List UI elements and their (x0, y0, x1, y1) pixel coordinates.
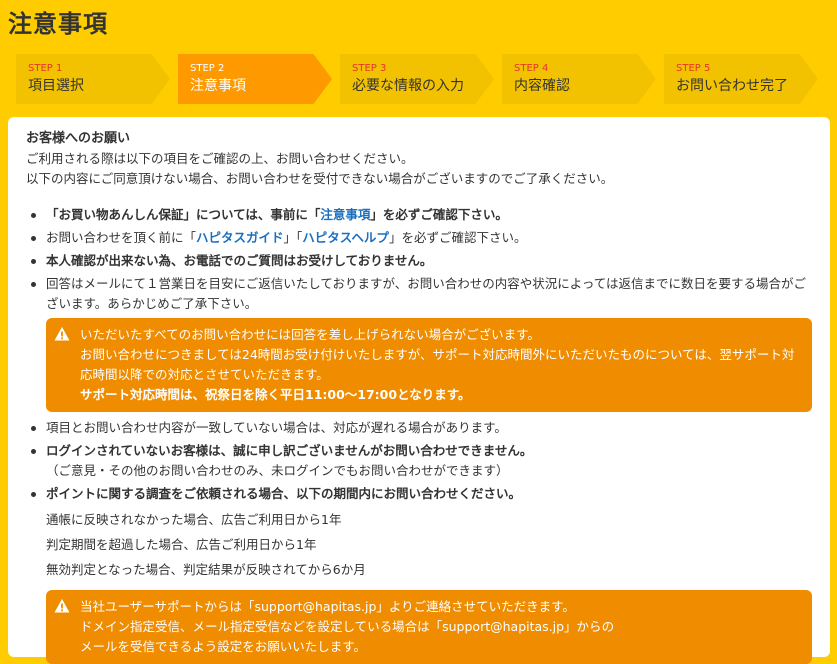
step-indicator: STEP 1 項目選択 STEP 2 注意事項 STEP 3 必要な情報の入力 … (16, 54, 818, 104)
step-number: STEP 4 (514, 63, 549, 74)
warning-text: 当社ユーザーサポートからは「support@hapitas.jp」よりご連絡させ… (80, 599, 575, 614)
warning-text: メールを受信できるよう設定をお願いいたします。 (80, 639, 367, 654)
step-1: STEP 1 項目選択 (16, 54, 170, 104)
step-number: STEP 1 (28, 63, 63, 74)
period-item: 判定期間を超過した場合、広告ご利用日から1年 (46, 537, 317, 552)
step-label: 項目選択 (28, 78, 84, 94)
notice-link[interactable]: 注意事項 (320, 207, 370, 222)
hapitas-guide-link[interactable]: ハピタスガイド (196, 230, 284, 245)
hapitas-help-link[interactable]: ハピタスヘルプ (302, 230, 389, 245)
intro-title: お客様へのお願い (26, 131, 131, 146)
note-login: ログインされていないお客様は、誠に申し訳ございませんがお問い合わせできません。 … (26, 441, 812, 481)
warning-icon (54, 599, 70, 613)
note-text: 「お買い物あんしん保証」については、事前に「 (46, 207, 321, 222)
step-number: STEP 5 (676, 63, 711, 74)
note-mismatch: 項目とお問い合わせ内容が一致していない場合は、対応が遅れる場合があります。 (26, 418, 812, 438)
note-point-survey: ポイントに関する調査をご依頼される場合、以下の期間内にお問い合わせください。 (26, 484, 812, 504)
warning-box-support-hours: いただいたすべてのお問い合わせには回答を差し上げられない場合がございます。 お問… (46, 318, 812, 412)
step-2-current: STEP 2 注意事項 (178, 54, 332, 104)
warning-box-email: 当社ユーザーサポートからは「support@hapitas.jp」よりご連絡させ… (46, 590, 812, 664)
step-label: 内容確認 (514, 78, 570, 94)
period-item: 無効判定となった場合、判定結果が反映されてから6か月 (46, 562, 366, 577)
period-item: 通帳に反映されなかった場合、広告ご利用日から1年 (46, 512, 342, 527)
intro-line-2: 以下の内容にご同意頂けない場合、お問い合わせを受付できない場合がございますのでご… (26, 171, 614, 186)
step-number: STEP 3 (352, 63, 387, 74)
note-guarantee: 「お買い物あんしん保証」については、事前に「注意事項」を必ずご確認下さい。 (26, 205, 812, 225)
step-label: お問い合わせ完了 (676, 78, 788, 94)
note-phone: 本人確認が出来ない為、お電話でのご質問はお受けしておりません。 (26, 251, 812, 271)
step-5: STEP 5 お問い合わせ完了 (664, 54, 818, 104)
step-4: STEP 4 内容確認 (502, 54, 656, 104)
note-reply: 回答はメールにて１営業日を目安にご返信いたしておりますが、お問い合わせの内容や状… (26, 274, 812, 314)
page-title: 注意事項 (8, 10, 108, 38)
note-subtext: （ご意見・その他のお問い合わせのみ、未ログインでもお問い合わせができます） (46, 463, 509, 478)
step-3: STEP 3 必要な情報の入力 (340, 54, 494, 104)
warning-icon (54, 327, 70, 341)
warning-text: ドメイン指定受信、メール指定受信などを設定している場合は「support@hap… (80, 619, 615, 634)
step-label: 注意事項 (190, 78, 246, 94)
notes-list: 「お買い物あんしん保証」については、事前に「注意事項」を必ずご確認下さい。 お問… (26, 205, 812, 314)
note-text: 」を必ずご確認下さい。 (370, 207, 508, 222)
notice-panel: お客様へのお願い ご利用される際は以下の項目をご確認の上、お問い合わせください。… (8, 117, 830, 664)
warning-text: いただいたすべてのお問い合わせには回答を差し上げられない場合がございます。 (80, 327, 540, 342)
note-text: ログインされていないお客様は、誠に申し訳ございませんがお問い合わせできません。 (46, 443, 533, 458)
note-text: 」を必ずご確認下さい。 (388, 230, 527, 245)
intro-line-1: ご利用される際は以下の項目をご確認の上、お問い合わせください。 (26, 151, 414, 166)
note-guide: お問い合わせを頂く前に「ハピタスガイド」「ハピタスヘルプ」を必ずご確認下さい。 (26, 228, 812, 248)
note-text: お問い合わせを頂く前に「 (46, 230, 197, 245)
notes-list: 項目とお問い合わせ内容が一致していない場合は、対応が遅れる場合があります。 ログ… (26, 418, 812, 504)
note-text: 」「 (283, 230, 303, 245)
step-number: STEP 2 (190, 63, 225, 74)
warning-text: お問い合わせにつきましては24時間お受け付けいたしますが、サポート対応時間外にい… (80, 347, 795, 382)
step-label: 必要な情報の入力 (352, 78, 464, 94)
warning-text: サポート対応時間は、祝祭日を除く平日11:00～17:00となります。 (80, 387, 471, 402)
